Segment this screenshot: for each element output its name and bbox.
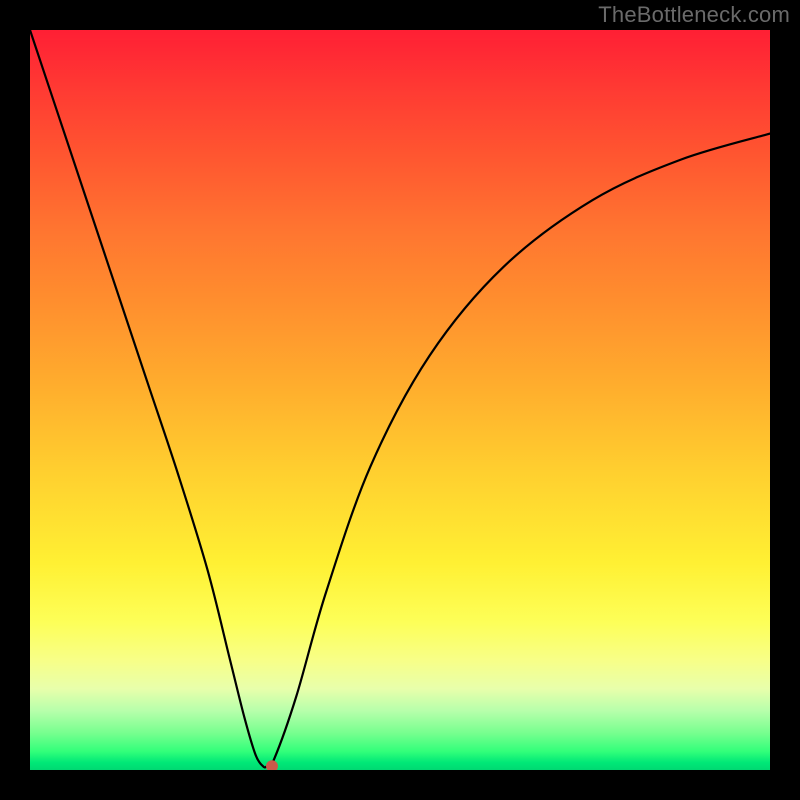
curve-layer xyxy=(30,30,770,770)
bottleneck-curve xyxy=(30,30,770,767)
optimum-marker xyxy=(266,760,278,770)
chart-frame: TheBottleneck.com xyxy=(0,0,800,800)
plot-area xyxy=(30,30,770,770)
watermark-text: TheBottleneck.com xyxy=(598,2,790,28)
